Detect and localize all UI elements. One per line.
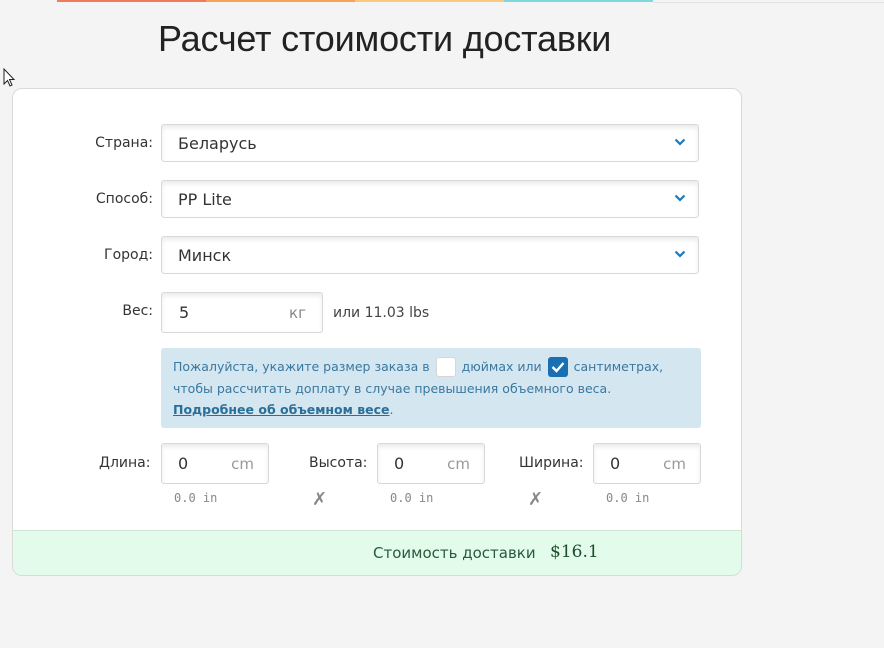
- length-unit: cm: [231, 455, 254, 473]
- top-divider: [653, 2, 884, 3]
- chevron-down-icon: [674, 194, 686, 202]
- method-value: PP Lite: [178, 190, 232, 209]
- height-input[interactable]: 0 cm: [377, 443, 485, 484]
- top-accent-segment: [57, 0, 206, 2]
- top-accent-segment: [504, 0, 653, 2]
- city-label: Город:: [104, 247, 153, 263]
- chevron-down-icon: [674, 250, 686, 258]
- length-value: 0: [178, 454, 189, 473]
- city-value: Минск: [178, 246, 232, 265]
- country-label: Страна:: [95, 135, 153, 151]
- country-select[interactable]: Беларусь: [161, 124, 699, 162]
- volumetric-info-box: Пожалуйста, укажите размер заказа в дюйма…: [161, 348, 701, 428]
- method-select[interactable]: PP Lite: [161, 180, 699, 218]
- height-inches: 0.0 in: [390, 491, 434, 505]
- weight-unit: кг: [289, 304, 306, 322]
- width-inches: 0.0 in: [606, 491, 650, 505]
- top-accent-segment: [355, 0, 504, 2]
- height-unit: cm: [447, 455, 470, 473]
- length-input[interactable]: 0 cm: [161, 443, 269, 484]
- top-accent-segment: [206, 0, 355, 2]
- mouse-cursor-icon: [3, 67, 17, 92]
- volumetric-weight-link[interactable]: Подробнее об объемном весе: [173, 402, 390, 417]
- width-label: Ширина:: [519, 455, 584, 471]
- weight-label: Вес:: [122, 303, 153, 319]
- info-text: Пожалуйста, укажите размер заказа в: [173, 359, 430, 374]
- width-input[interactable]: 0 cm: [593, 443, 701, 484]
- shipping-cost-label: Стоимость доставки: [373, 544, 536, 562]
- centimeters-checkbox[interactable]: [547, 356, 568, 377]
- separator-x-icon: ✗: [312, 489, 328, 510]
- check-icon: [551, 361, 565, 373]
- weight-lbs-conversion: или 11.03 lbs: [333, 305, 430, 321]
- inches-checkbox[interactable]: [435, 356, 456, 377]
- width-unit: cm: [663, 455, 686, 473]
- country-value: Беларусь: [178, 134, 257, 153]
- info-text-line2: чтобы рассчитать доплату в случае превыш…: [173, 380, 612, 396]
- height-label: Высота:: [309, 455, 368, 471]
- width-value: 0: [610, 454, 621, 473]
- chevron-down-icon: [674, 138, 686, 146]
- separator-x-icon: ✗: [528, 489, 544, 510]
- city-select[interactable]: Минск: [161, 236, 699, 274]
- shipping-cost-value: $16.1: [550, 542, 599, 562]
- height-value: 0: [394, 454, 405, 473]
- weight-value: 5: [179, 303, 190, 322]
- shipping-calculator-card: Страна: Беларусь Способ: PP Lite Город: …: [12, 88, 742, 576]
- inches-label: дюймах или: [461, 359, 542, 374]
- length-label: Длина:: [99, 455, 151, 471]
- method-label: Способ:: [95, 191, 153, 207]
- weight-input[interactable]: 5 кг: [161, 292, 323, 333]
- length-inches: 0.0 in: [174, 491, 218, 505]
- page-title: Расчет стоимости доставки: [158, 18, 612, 59]
- shipping-cost-footer: Стоимость доставки $16.1: [13, 530, 741, 575]
- centimeters-label: сантиметрах,: [573, 359, 664, 374]
- link-suffix: .: [389, 401, 394, 417]
- top-accent-bar: [57, 0, 653, 2]
